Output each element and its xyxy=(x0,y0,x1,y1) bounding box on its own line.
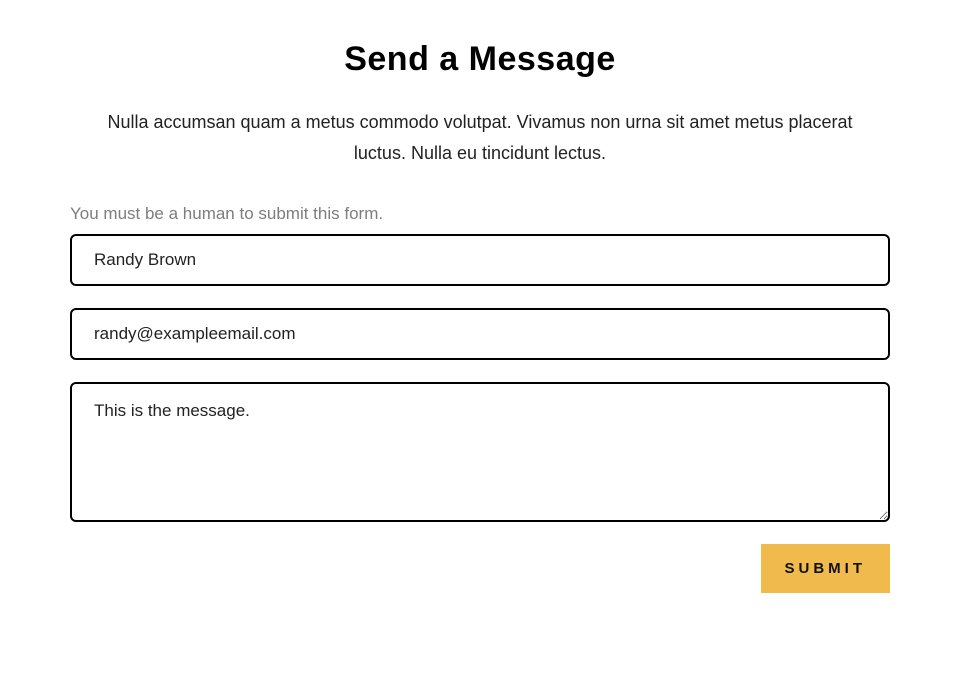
email-field[interactable] xyxy=(70,308,890,360)
page-title: Send a Message xyxy=(70,40,890,79)
contact-form-container: Send a Message Nulla accumsan quam a met… xyxy=(0,0,960,593)
submit-button[interactable]: SUBMIT xyxy=(761,544,891,593)
message-field[interactable] xyxy=(70,382,890,522)
name-field[interactable] xyxy=(70,234,890,286)
submit-row: SUBMIT xyxy=(70,544,890,593)
page-description: Nulla accumsan quam a metus commodo volu… xyxy=(90,107,870,168)
captcha-notice: You must be a human to submit this form. xyxy=(70,204,890,224)
